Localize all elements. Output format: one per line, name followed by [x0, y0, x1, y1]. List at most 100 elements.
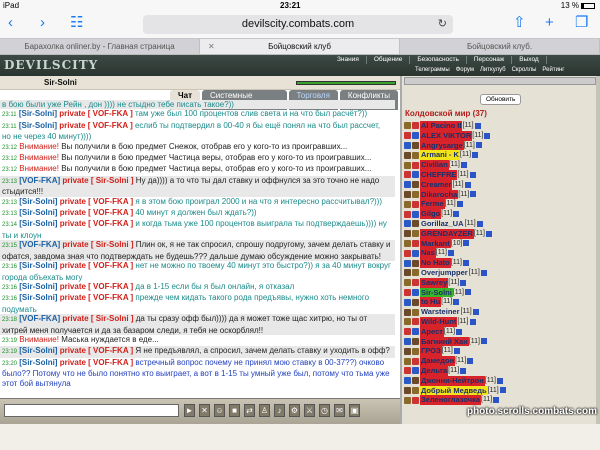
private-message-icon[interactable] — [404, 200, 411, 208]
private-message-icon[interactable] — [404, 377, 411, 385]
nav-exit[interactable]: Выход — [512, 56, 547, 64]
player-name[interactable]: Sawrey — [420, 277, 449, 288]
smiles-icon[interactable]: ☺ — [214, 404, 225, 417]
player-row[interactable]: ГРОЗ [11] — [404, 346, 594, 357]
private-message-icon[interactable] — [404, 141, 411, 149]
player-name[interactable]: Markant — [420, 238, 451, 249]
player-info-icon[interactable] — [456, 328, 463, 335]
message-author[interactable]: [Sir-Solni] — [19, 293, 57, 302]
private-recipient[interactable]: private [ VOF-FKA ] — [60, 282, 133, 291]
player-row[interactable]: Ferme [11] — [404, 199, 594, 210]
tab-combats-active[interactable]: ✕ Бойцовский клуб — [200, 39, 400, 54]
player-row[interactable]: CHEFFRE [11] — [404, 169, 594, 180]
player-name[interactable]: Джонни-Нейтрон — [420, 375, 485, 386]
player-name[interactable]: Gorillaz_UA — [420, 219, 465, 229]
player-row[interactable]: Markant [10] — [404, 238, 594, 249]
message-author[interactable]: [Sir-Solni] — [19, 219, 57, 228]
player-row[interactable]: Wild-Hunt [11] — [404, 316, 594, 327]
reload-icon[interactable]: ↻ — [438, 15, 447, 34]
player-info-icon[interactable] — [460, 279, 467, 286]
player-info-icon[interactable] — [469, 318, 476, 325]
private-recipient[interactable]: private [ VOF-FKA ] — [60, 261, 133, 270]
private-recipient[interactable]: private [ Sir-Solni ] — [62, 176, 133, 185]
player-info-icon[interactable] — [484, 132, 491, 139]
player-name[interactable]: Angrysarge — [420, 140, 464, 151]
player-row[interactable]: Дельта [11] — [404, 365, 594, 376]
player-name[interactable]: Nas — [420, 248, 436, 259]
private-message-icon[interactable] — [404, 249, 411, 257]
message-author[interactable]: [Sir-Solni] — [19, 346, 57, 355]
nav-security[interactable]: Безопасность — [410, 56, 467, 64]
private-message-icon[interactable] — [404, 239, 411, 247]
player-info-icon[interactable] — [460, 367, 467, 374]
player-name[interactable]: to Hu — [420, 297, 442, 308]
player-info-icon[interactable] — [474, 122, 481, 129]
chat-input[interactable] — [4, 404, 179, 417]
player-name[interactable]: Арест — [420, 326, 444, 337]
message-author[interactable]: [Sir-Solni] — [19, 197, 57, 206]
nav-knowledge[interactable]: Знания — [330, 56, 367, 64]
bookmarks-icon[interactable]: ☷ — [70, 14, 83, 32]
player-info-icon[interactable] — [493, 397, 500, 404]
private-recipient[interactable]: private [ VOF-FKA ] — [60, 219, 133, 228]
private-recipient[interactable]: private [ VOF-FKA ] — [60, 346, 133, 355]
player-info-icon[interactable] — [480, 269, 487, 276]
player-row[interactable]: Джонни-Нейтрон [11] — [404, 375, 594, 386]
private-message-icon[interactable] — [404, 230, 411, 238]
mail-icon[interactable]: ✉ — [334, 404, 345, 417]
message-author[interactable]: [VOF-FKA] — [19, 240, 60, 249]
player-info-icon[interactable] — [472, 309, 479, 316]
player-list-scrollbar[interactable] — [596, 76, 600, 424]
private-recipient[interactable]: private [ Sir-Solni ] — [62, 314, 133, 323]
player-info-icon[interactable] — [467, 358, 474, 365]
tab-combats-2[interactable]: Бойцовский клуб. — [400, 39, 600, 54]
nav-communication[interactable]: Общение — [367, 56, 411, 64]
player-info-icon[interactable] — [476, 220, 483, 227]
player-row[interactable]: Gilgo [11] — [404, 209, 594, 219]
chat-messages[interactable]: в бою были уже Рейн , дон )))) не стыдно… — [0, 100, 395, 398]
player-info-icon[interactable] — [453, 211, 460, 218]
private-message-icon[interactable] — [404, 259, 411, 267]
player-info-icon[interactable] — [447, 250, 454, 257]
player-name[interactable]: Armani - K — [420, 150, 460, 161]
message-author[interactable]: [Sir-Solni] — [19, 208, 57, 217]
sword-icon[interactable]: ⚔ — [304, 404, 315, 417]
private-message-icon[interactable] — [404, 318, 411, 326]
player-name[interactable]: Wild-Hunt — [420, 316, 458, 327]
private-message-icon[interactable] — [404, 210, 411, 218]
player-name[interactable]: Sir-Solni — [420, 287, 453, 298]
player-info-icon[interactable] — [453, 348, 460, 355]
panel-scrollbar[interactable] — [404, 77, 596, 85]
player-row[interactable]: Sawrey [11] — [404, 277, 594, 288]
player-row[interactable]: to Hu [11] — [404, 297, 594, 308]
player-row[interactable]: Dikarocha [11] — [404, 189, 594, 200]
player-name[interactable]: Ferme — [420, 199, 445, 210]
player-row[interactable]: No Hato [11] — [404, 258, 594, 268]
player-row[interactable]: Angrysarge [11] — [404, 140, 594, 151]
private-message-icon[interactable] — [404, 122, 411, 130]
player-row[interactable]: Багнинй Хан [11] — [404, 336, 594, 347]
player-info-icon[interactable] — [462, 260, 469, 267]
forward-icon[interactable]: › — [40, 14, 45, 32]
clock-icon[interactable]: ◷ — [319, 404, 330, 417]
private-recipient[interactable]: private [ VOF-FKA ] — [60, 358, 133, 367]
player-name[interactable]: Creamer — [420, 179, 453, 190]
private-message-icon[interactable] — [404, 367, 411, 375]
player-row[interactable]: Creamer [11] — [404, 179, 594, 190]
private-recipient[interactable]: private [ Sir-Solni ] — [62, 240, 133, 249]
player-info-icon[interactable] — [470, 191, 477, 198]
private-message-icon[interactable] — [404, 386, 411, 394]
player-info-icon[interactable] — [472, 152, 479, 159]
player-info-icon[interactable] — [480, 338, 487, 345]
player-name[interactable]: Зеленоглазочка — [420, 395, 481, 406]
private-message-icon[interactable] — [404, 308, 411, 316]
address-bar[interactable]: devilscity.combats.com ↻ — [143, 15, 453, 34]
private-recipient[interactable]: private [ VOF-FKA ] — [60, 197, 133, 206]
player-row[interactable]: Добрый Медведь [11] — [404, 385, 594, 396]
close-tab-icon[interactable]: ✕ — [208, 39, 215, 55]
send-icon[interactable]: ► — [184, 404, 195, 417]
message-author[interactable]: [Sir-Solni] — [19, 109, 57, 118]
private-message-icon[interactable] — [404, 181, 411, 189]
player-row[interactable]: Warsteiner [11] — [404, 307, 594, 317]
player-info-icon[interactable] — [496, 377, 503, 384]
